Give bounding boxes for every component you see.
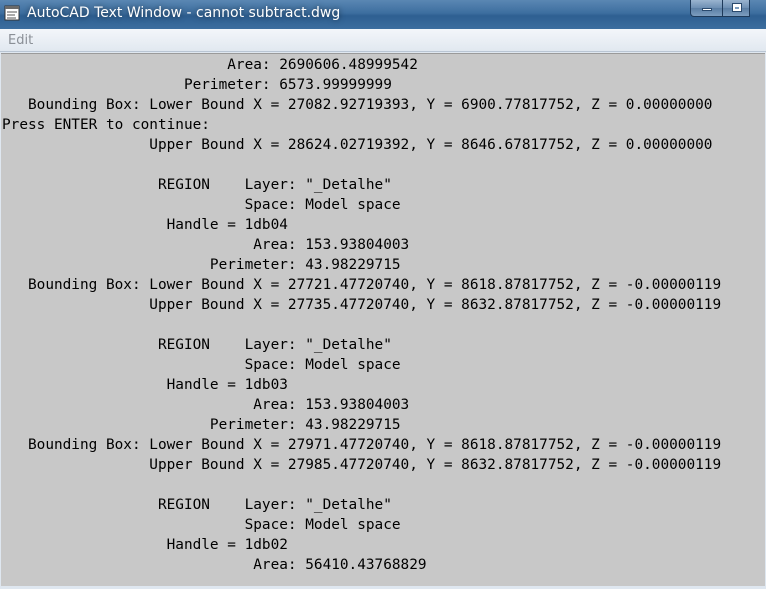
minimize-button[interactable] xyxy=(690,0,723,17)
log-line: Perimeter: 43.98229715 xyxy=(2,417,401,433)
log-line: Area: 153.93804003 xyxy=(2,397,410,413)
log-line: Area: 2690606.48999542 xyxy=(2,57,418,73)
log-line: Upper Bound X = 27735.47720740, Y = 8632… xyxy=(2,297,722,313)
autocad-text-window-icon xyxy=(4,5,20,21)
log-line: Area: 153.93804003 xyxy=(2,237,410,253)
log-line: Space: Model space xyxy=(2,197,401,213)
maximize-icon xyxy=(732,3,742,12)
log-line: Perimeter: 6573.99999999 xyxy=(2,77,392,93)
menu-item-edit[interactable]: Edit xyxy=(8,32,33,49)
minimize-icon xyxy=(702,8,712,11)
log-line: Perimeter: 43.98229715 xyxy=(2,257,401,273)
log-line: Area: 56410.43768829 xyxy=(2,557,427,573)
log-line: REGION Layer: "_Detalhe" xyxy=(2,497,392,513)
log-line: Bounding Box: Lower Bound X = 27082.9271… xyxy=(2,97,713,113)
log-line: Upper Bound X = 28624.02719392, Y = 8646… xyxy=(2,137,713,153)
log-line: REGION Layer: "_Detalhe" xyxy=(2,337,392,353)
log-line: Upper Bound X = 27985.47720740, Y = 8632… xyxy=(2,457,722,473)
title-bar[interactable]: AutoCAD Text Window - cannot subtract.dw… xyxy=(0,0,766,29)
log-line: Bounding Box: Lower Bound X = 27971.4772… xyxy=(2,437,722,453)
autocad-text-window: AutoCAD Text Window - cannot subtract.dw… xyxy=(0,0,766,589)
log-line: Bounding Box: Lower Bound X = 27721.4772… xyxy=(2,277,722,293)
log-line: Handle = 1db02 xyxy=(2,537,288,553)
log-line: Handle = 1db04 xyxy=(2,217,288,233)
log-line: REGION Layer: "_Detalhe" xyxy=(2,177,392,193)
window-title: AutoCAD Text Window - cannot subtract.dw… xyxy=(27,5,341,21)
command-history-text[interactable]: Area: 2690606.48999542 Perimeter: 6573.9… xyxy=(1,53,765,586)
menu-bar: Edit xyxy=(0,29,766,52)
log-line: Handle = 1db03 xyxy=(2,377,288,393)
maximize-button[interactable] xyxy=(722,0,750,17)
log-line: Space: Model space xyxy=(2,357,401,373)
log-line: Press ENTER to continue: xyxy=(2,117,210,133)
log-line: Space: Model space xyxy=(2,517,401,533)
